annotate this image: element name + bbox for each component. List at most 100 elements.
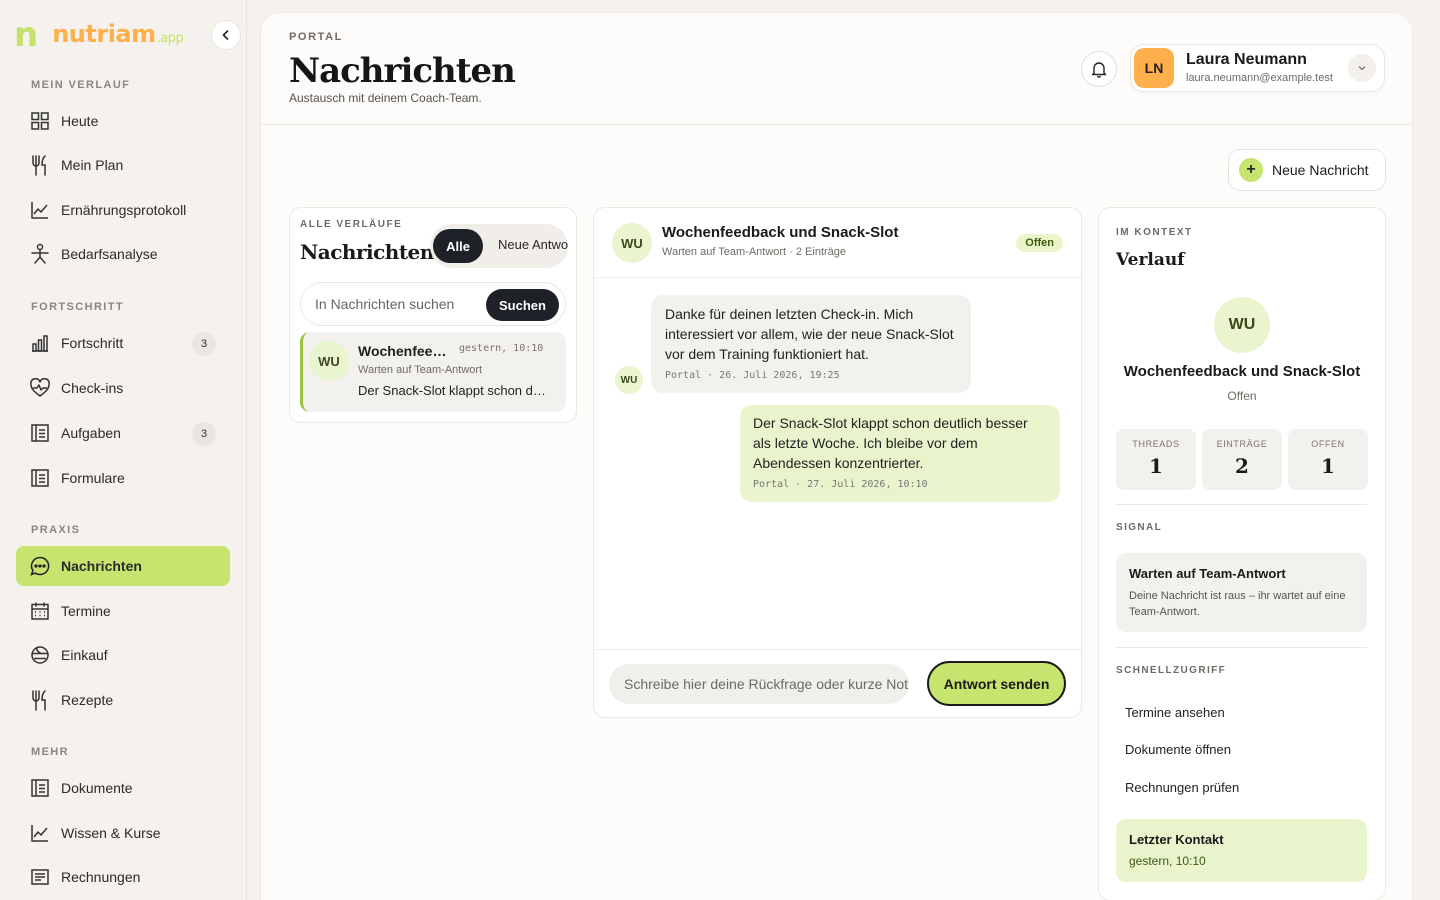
- sidebar-item-ernaehrungsprotokoll[interactable]: Ernährungsprotokoll: [16, 190, 230, 230]
- quick-link-termine[interactable]: Termine ansehen: [1125, 705, 1225, 720]
- new-message-button[interactable]: + Neue Nachricht: [1228, 149, 1386, 191]
- bell-icon: [1091, 62, 1107, 78]
- sidebar-item-label: Check-ins: [61, 380, 124, 396]
- list-eyebrow: ALLE VERLÄUFE: [300, 219, 403, 230]
- avatar: WU: [309, 341, 349, 381]
- sidebar-item-wissen-kurse[interactable]: Wissen & Kurse: [16, 813, 230, 853]
- send-reply-button[interactable]: Antwort senden: [927, 661, 1066, 706]
- sidebar-item-check-ins[interactable]: Check-ins: [16, 368, 230, 408]
- page-subtitle: Austausch mit deinem Coach-Team.: [289, 91, 482, 105]
- sidebar: n nutriam.app MEIN VERLAUF Heute Mein Pl…: [0, 0, 247, 900]
- fork-knife-icon: [29, 689, 51, 711]
- stat-label: EINTRÄGE: [1216, 439, 1268, 449]
- message-meta: Portal · 26. Juli 2026, 19:25: [665, 370, 840, 381]
- context-title: Verlauf: [1116, 250, 1185, 270]
- sidebar-item-nachrichten[interactable]: Nachrichten: [16, 546, 230, 586]
- search-button[interactable]: Suchen: [486, 289, 559, 321]
- sidebar-item-label: Mein Plan: [61, 157, 124, 173]
- sidebar-item-rechnungen[interactable]: Rechnungen: [16, 857, 230, 897]
- logo-wordmark: nutriam.app: [52, 20, 184, 48]
- signal-title: Warten auf Team-Antwort: [1129, 566, 1286, 581]
- quick-link-rechnungen[interactable]: Rechnungen prüfen: [1125, 780, 1239, 795]
- divider: [1116, 647, 1367, 648]
- message-text: Der Snack-Slot klappt schon deutlich bes…: [753, 415, 1028, 471]
- sidebar-item-fortschritt[interactable]: Fortschritt 3: [16, 323, 230, 363]
- message-bubble-incoming: Danke für deinen letzten Check-in. Mich …: [651, 295, 971, 393]
- conversation-title: Wochenfeedback und Snack-Slot: [662, 224, 899, 241]
- thread-preview: Der Snack-Slot klappt schon deutlich bes…: [358, 383, 553, 398]
- conversation-header: WU Wochenfeedback und Snack-Slot Warten …: [594, 208, 1081, 278]
- calendar-icon: [29, 600, 51, 622]
- logo-mark: n: [14, 15, 38, 55]
- nav-section-title: MEHR: [31, 746, 69, 758]
- sidebar-item-termine[interactable]: Termine: [16, 591, 230, 631]
- notifications-button[interactable]: [1081, 51, 1117, 87]
- sidebar-item-label: Termine: [61, 603, 111, 619]
- last-contact-value: gestern, 10:10: [1129, 854, 1206, 868]
- sidebar-item-label: Heute: [61, 113, 99, 129]
- count-badge: 3: [192, 422, 216, 446]
- sidebar-item-mein-plan[interactable]: Mein Plan: [16, 145, 230, 185]
- last-contact-label: Letzter Kontakt: [1129, 832, 1224, 847]
- search-input[interactable]: In Nachrichten suchen: [315, 296, 455, 312]
- thread-list-panel: ALLE VERLÄUFE Nachrichten Alle Neue Antw…: [289, 207, 577, 423]
- quick-access-label: SCHNELLZUGRIFF: [1116, 665, 1227, 676]
- page-title: Nachrichten: [289, 51, 516, 91]
- message-meta: Portal · 27. Juli 2026, 10:10: [753, 479, 928, 490]
- sidebar-item-label: Wissen & Kurse: [61, 825, 161, 841]
- sidebar-item-label: Rezepte: [61, 692, 114, 708]
- user-menu[interactable]: LN Laura Neumann laura.neumann@example.t…: [1130, 44, 1385, 92]
- message-bubble-outgoing: Der Snack-Slot klappt schon deutlich bes…: [740, 405, 1060, 502]
- avatar: WU: [612, 223, 652, 263]
- document-icon: [29, 422, 51, 444]
- heart-pulse-icon: [29, 377, 51, 399]
- sidebar-item-einkauf[interactable]: Einkauf: [16, 635, 230, 675]
- collapse-sidebar-button[interactable]: [211, 20, 241, 50]
- sidebar-item-formulare[interactable]: Formulare: [16, 458, 230, 498]
- divider: [1116, 504, 1367, 505]
- filter-new-replies-tab[interactable]: Neue Antworten: [498, 237, 568, 252]
- trend-chart-icon: [29, 822, 51, 844]
- stat-entries: EINTRÄGE 2: [1202, 429, 1282, 490]
- conversation-panel: WU Wochenfeedback und Snack-Slot Warten …: [593, 207, 1082, 718]
- stat-label: OFFEN: [1311, 439, 1345, 449]
- signal-text: Deine Nachricht ist raus – ihr wartet au…: [1129, 590, 1346, 618]
- sidebar-item-dokumente[interactable]: Dokumente: [16, 768, 230, 808]
- list-title: Nachrichten: [300, 240, 434, 264]
- thread-list-item[interactable]: WU Wochenfeedback und Snack-Slot gestern…: [300, 332, 566, 412]
- page-header: PORTAL Nachrichten Austausch mit deinem …: [261, 13, 1412, 125]
- thread-status: Warten auf Team-Antwort: [358, 364, 483, 376]
- sidebar-item-bedarfsanalyse[interactable]: Bedarfsanalyse: [16, 234, 230, 274]
- context-thread-status: Offen: [1227, 389, 1257, 403]
- brand-logo[interactable]: n nutriam.app: [14, 15, 184, 55]
- nav-section-title: PRAXIS: [31, 524, 81, 536]
- sidebar-item-rezepte[interactable]: Rezepte: [16, 680, 230, 720]
- bar-chart-icon: [29, 332, 51, 354]
- nav-section-title: FORTSCHRITT: [31, 301, 125, 313]
- quick-link-dokumente[interactable]: Dokumente öffnen: [1125, 742, 1231, 757]
- stat-threads: THREADS 1: [1116, 429, 1196, 490]
- sidebar-item-aufgaben[interactable]: Aufgaben 3: [16, 413, 230, 453]
- chevron-down-icon: [1358, 66, 1366, 71]
- filter-segment: Alle Neue Antworten: [430, 224, 568, 268]
- grid-icon: [29, 110, 51, 132]
- filter-all-tab[interactable]: Alle: [433, 229, 483, 263]
- stat-value: 1: [1149, 454, 1163, 478]
- signal-label: SIGNAL: [1116, 522, 1163, 533]
- message-text: Danke für deinen letzten Check-in. Mich …: [665, 306, 954, 362]
- thread-time: gestern, 10:10: [459, 343, 544, 354]
- chat-icon: [29, 555, 51, 577]
- sidebar-item-label: Nachrichten: [61, 558, 142, 574]
- sidebar-item-label: Fortschritt: [61, 335, 124, 351]
- sidebar-item-label: Formulare: [61, 470, 125, 486]
- avatar: WU: [615, 366, 643, 394]
- reply-composer: Schreibe hier deine Rückfrage oder kurze…: [594, 649, 1081, 717]
- user-menu-toggle[interactable]: [1348, 54, 1376, 82]
- reply-input[interactable]: Schreibe hier deine Rückfrage oder kurze…: [609, 664, 909, 704]
- sidebar-item-label: Bedarfsanalyse: [61, 246, 158, 262]
- new-message-label: Neue Nachricht: [1272, 162, 1369, 178]
- sidebar-item-label: Ernährungsprotokoll: [61, 202, 187, 218]
- sidebar-item-heute[interactable]: Heute: [16, 101, 230, 141]
- user-email: laura.neumann@example.test: [1186, 72, 1333, 84]
- thread-title: Wochenfeedback und Snack-Slot: [358, 343, 454, 359]
